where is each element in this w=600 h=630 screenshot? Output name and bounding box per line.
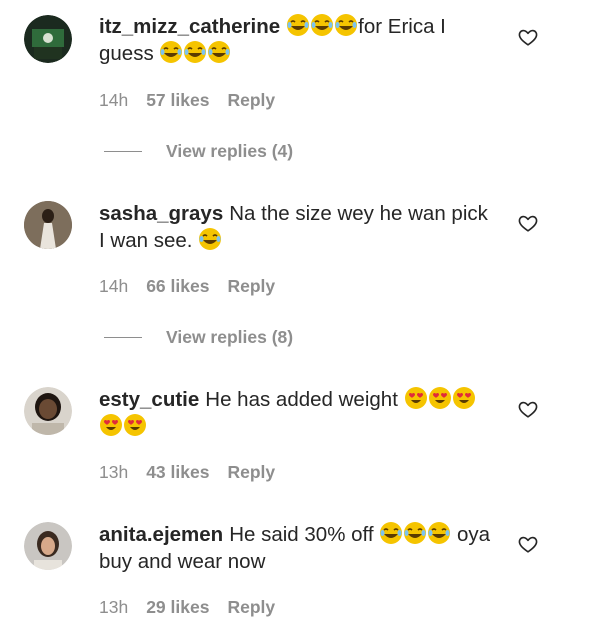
comment-likes[interactable]: 66 likes: [146, 276, 209, 297]
laugh-cry-icon: [207, 40, 231, 64]
reply-button[interactable]: Reply: [227, 276, 275, 297]
laugh-cry-icon: [310, 13, 334, 37]
comment-username[interactable]: sasha_grays: [99, 202, 223, 225]
heart-eyes-icon: [428, 386, 452, 410]
divider-line: [104, 151, 142, 152]
like-heart-icon[interactable]: [517, 398, 539, 420]
laugh-cry-icon: [286, 13, 310, 37]
avatar[interactable]: [24, 522, 72, 570]
comment-text: esty_cutie He has added weight: [99, 386, 499, 440]
comment-likes[interactable]: 29 likes: [146, 597, 209, 618]
reply-button[interactable]: Reply: [227, 462, 275, 483]
comment-username[interactable]: esty_cutie: [99, 388, 199, 411]
reply-button[interactable]: Reply: [227, 90, 275, 111]
laugh-cry-icon: [427, 521, 451, 545]
like-heart-icon[interactable]: [517, 26, 539, 48]
view-replies-label: View replies (4): [166, 141, 294, 161]
avatar[interactable]: [24, 15, 72, 63]
comment-likes[interactable]: 57 likes: [146, 90, 209, 111]
comment-meta: 14h 57 likes Reply: [99, 90, 275, 111]
comment-meta: 13h 29 likes Reply: [99, 597, 275, 618]
comment-time: 14h: [99, 90, 129, 110]
laugh-cry-icon: [183, 40, 207, 64]
comment-text: sasha_grays Na the size wey he wan pick I…: [99, 200, 499, 254]
comment-likes[interactable]: 43 likes: [146, 462, 209, 483]
like-heart-icon[interactable]: [517, 533, 539, 555]
divider-line: [104, 337, 142, 338]
laugh-cry-icon: [379, 521, 403, 545]
comment-time: 14h: [99, 276, 129, 296]
comment-body: He said 30% off: [229, 523, 374, 546]
reply-button[interactable]: Reply: [227, 597, 275, 618]
view-replies-button[interactable]: View replies (8): [104, 327, 293, 348]
comment-meta: 14h 66 likes Reply: [99, 276, 275, 297]
laugh-cry-icon: [403, 521, 427, 545]
heart-eyes-icon: [452, 386, 476, 410]
view-replies-button[interactable]: View replies (4): [104, 141, 293, 162]
heart-eyes-icon: [404, 386, 428, 410]
comment-meta: 13h 43 likes Reply: [99, 462, 275, 483]
comment-text: anita.ejemen He said 30% off oya buy and …: [99, 521, 499, 575]
heart-eyes-icon: [123, 413, 147, 437]
laugh-cry-icon: [159, 40, 183, 64]
laugh-cry-icon: [334, 13, 358, 37]
avatar[interactable]: [24, 201, 72, 249]
comment-time: 13h: [99, 462, 129, 482]
comment-username[interactable]: itz_mizz_catherine: [99, 15, 280, 38]
comment-username[interactable]: anita.ejemen: [99, 523, 223, 546]
comment-time: 13h: [99, 597, 129, 617]
laugh-cry-icon: [198, 227, 222, 251]
heart-eyes-icon: [99, 413, 123, 437]
avatar[interactable]: [24, 387, 72, 435]
comment-text: itz_mizz_catherine for Erica I guess: [99, 13, 499, 67]
like-heart-icon[interactable]: [517, 212, 539, 234]
comment-body: He has added weight: [205, 388, 398, 411]
view-replies-label: View replies (8): [166, 327, 294, 347]
